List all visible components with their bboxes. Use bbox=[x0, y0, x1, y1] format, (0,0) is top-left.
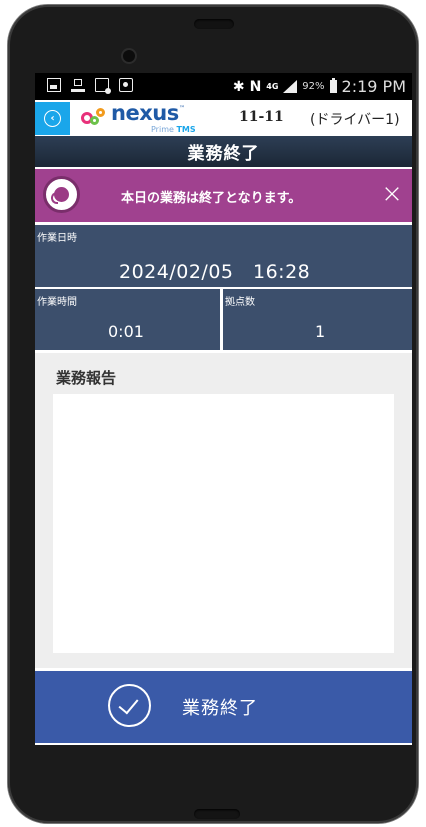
work-time-label: 作業時間 bbox=[37, 297, 77, 308]
signal-strength-icon bbox=[283, 80, 298, 93]
back-button[interactable]: ‹ bbox=[35, 102, 70, 135]
notice-message: 本日の業務は終了となります。 bbox=[121, 191, 302, 206]
site-count-panel: 拠点数 1 bbox=[223, 289, 412, 350]
app-header: ‹ nexus ™ Prime TMS 11-11 (ドライバー1) bbox=[35, 100, 412, 136]
notification-icons bbox=[47, 78, 133, 94]
inbox-notification-icon bbox=[71, 78, 85, 92]
work-date-panel: 作業日時 2024/02/05 16:28 bbox=[35, 225, 412, 287]
image-notification-icon bbox=[119, 78, 133, 92]
document-notification-icon bbox=[95, 78, 111, 94]
battery-percent: 92% bbox=[302, 81, 325, 92]
finish-work-label: 業務終了 bbox=[182, 698, 258, 719]
logo-subtitle: Prime TMS bbox=[151, 125, 196, 134]
nfc-icon: N bbox=[249, 78, 262, 95]
work-date-label: 作業日時 bbox=[37, 233, 77, 244]
bluetooth-icon: ✱ bbox=[232, 78, 245, 95]
report-label: 業務報告 bbox=[56, 369, 117, 387]
vehicle-code: 11-11 bbox=[239, 109, 284, 125]
phone-bottom-slot bbox=[194, 809, 240, 819]
notice-banner: 本日の業務は終了となります。 × bbox=[35, 169, 412, 222]
earpiece-speaker bbox=[194, 19, 234, 29]
page-title: 業務終了 bbox=[35, 136, 412, 167]
site-count-value: 1 bbox=[315, 322, 326, 341]
system-indicators: ✱ N 4G 92% 2:19 PM bbox=[233, 77, 406, 96]
close-icon[interactable]: × bbox=[380, 181, 404, 207]
report-textarea[interactable] bbox=[53, 394, 394, 653]
network-type-icon: 4G bbox=[266, 81, 279, 91]
chevron-left-icon: ‹ bbox=[44, 110, 61, 127]
logo-wordmark: nexus bbox=[111, 101, 179, 125]
report-section: 業務報告 bbox=[35, 353, 412, 668]
check-circle-icon bbox=[108, 684, 151, 727]
status-bar: ✱ N 4G 92% 2:19 PM bbox=[35, 73, 412, 100]
app-screen: ✱ N 4G 92% 2:19 PM ‹ nexus ™ Prime TMS 1… bbox=[35, 73, 412, 745]
clock: 2:19 PM bbox=[341, 77, 406, 96]
site-count-label: 拠点数 bbox=[225, 297, 255, 308]
logo-trademark: ™ bbox=[179, 105, 185, 112]
finish-work-button[interactable]: 業務終了 bbox=[35, 671, 412, 743]
battery-icon bbox=[329, 78, 337, 93]
front-camera bbox=[123, 50, 135, 62]
work-time-value: 0:01 bbox=[108, 322, 144, 341]
operator-headset-icon bbox=[43, 176, 80, 213]
logo-circles-icon bbox=[81, 108, 111, 126]
nexus-logo: nexus ™ Prime TMS bbox=[81, 101, 201, 135]
work-date-value: 2024/02/05 16:28 bbox=[119, 261, 311, 283]
work-time-panel: 作業時間 0:01 bbox=[35, 289, 220, 350]
gallery-notification-icon bbox=[47, 78, 61, 92]
driver-name: (ドライバー1) bbox=[310, 112, 400, 128]
